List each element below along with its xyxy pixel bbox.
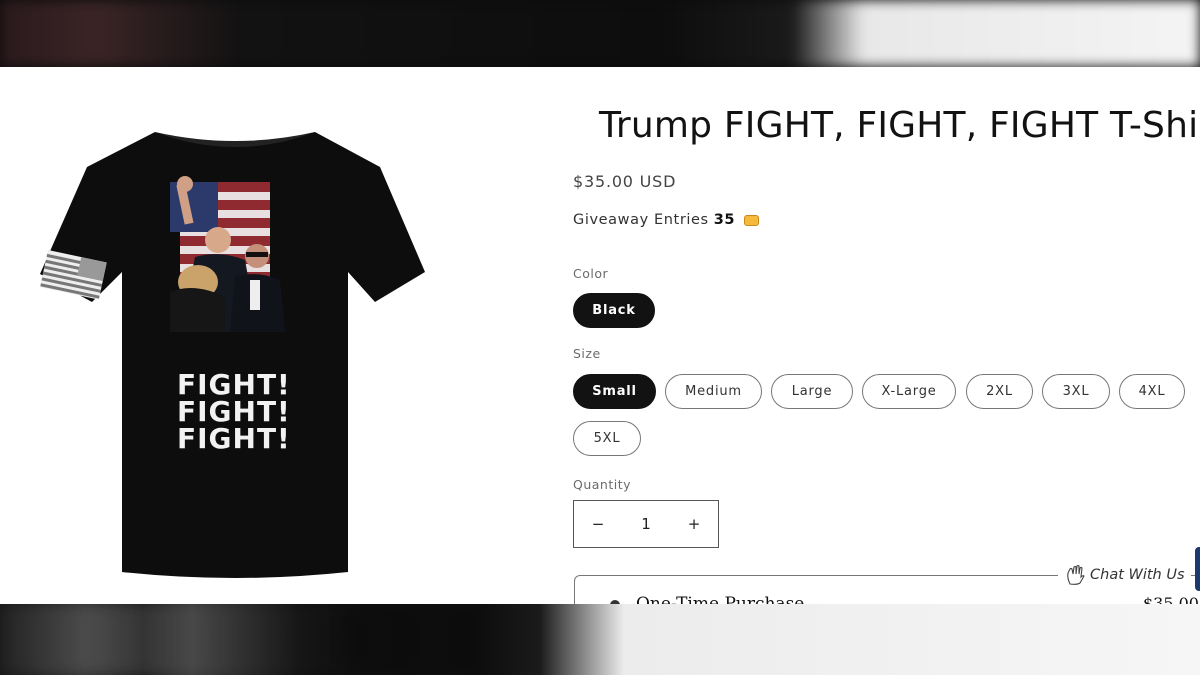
quantity-stepper: − 1 + (573, 500, 719, 548)
quantity-increment-button[interactable]: + (674, 515, 714, 533)
size-option-3xl[interactable]: 3XL (1042, 374, 1110, 409)
product-image[interactable]: FIGHT! FIGHT! FIGHT! (30, 122, 440, 592)
size-option-4xl[interactable]: 4XL (1119, 374, 1185, 409)
size-option-small[interactable]: Small (573, 374, 656, 409)
purchase-option-price: $35.00 (1143, 594, 1199, 604)
size-label: Size (573, 346, 601, 361)
giveaway-count: 35 (713, 212, 736, 228)
chat-label: Chat With Us (1090, 567, 1185, 583)
quantity-label: Quantity (573, 477, 632, 492)
chat-launcher-edge[interactable] (1195, 547, 1200, 591)
product-title: Trump FIGHT, FIGHT, FIGHT T-Shirt (599, 105, 1200, 146)
blurred-bottom-band (0, 604, 1200, 675)
chat-widget[interactable]: Chat With Us (1058, 562, 1191, 588)
size-option-2xl[interactable]: 2XL (966, 374, 1033, 409)
shirt-text-line-3: FIGHT! (177, 422, 291, 455)
size-option-5xl[interactable]: 5XL (573, 421, 641, 456)
waving-hand-icon (1067, 564, 1085, 585)
giveaway-entries: Giveaway Entries 35 (573, 212, 760, 228)
size-option-large[interactable]: Large (771, 374, 853, 409)
product-price: $35.00 USD (573, 172, 677, 191)
size-option-x-large[interactable]: X-Large (862, 374, 956, 409)
color-label: Color (573, 266, 609, 281)
giveaway-label: Giveaway Entries (573, 212, 709, 228)
blurred-top-band (0, 0, 1200, 67)
shirt-fight-text: FIGHT! FIGHT! FIGHT! (177, 368, 291, 455)
quantity-input[interactable]: 1 (626, 515, 666, 533)
quantity-decrement-button[interactable]: − (578, 515, 618, 533)
product-page: FIGHT! FIGHT! FIGHT! Trump FIGHT, FIGHT,… (0, 67, 1200, 604)
coin-icon (744, 214, 760, 226)
size-option-medium[interactable]: Medium (665, 374, 762, 409)
color-option-black[interactable]: Black (573, 293, 655, 328)
purchase-option-label: One-Time Purchase (636, 594, 805, 604)
